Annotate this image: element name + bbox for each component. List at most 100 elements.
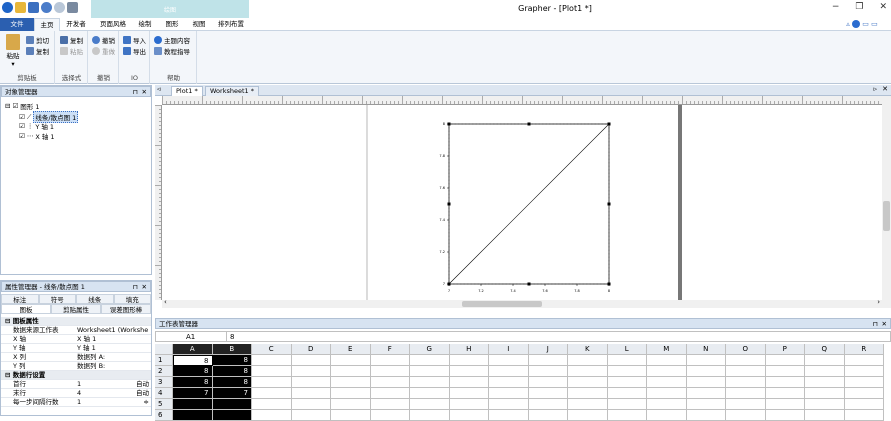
worksheet-cell[interactable] bbox=[726, 355, 766, 366]
worksheet-cell[interactable] bbox=[528, 355, 568, 366]
column-header[interactable]: G bbox=[410, 344, 450, 355]
cell-value-input[interactable]: 8 bbox=[230, 332, 234, 342]
worksheet-cell[interactable] bbox=[252, 377, 292, 388]
worksheet-cell[interactable]: 8 bbox=[173, 366, 213, 377]
export-button[interactable]: 导出 bbox=[123, 46, 146, 56]
worksheet-cell[interactable] bbox=[252, 366, 292, 377]
ribbon-collapse-icon[interactable]: ▵ bbox=[846, 20, 850, 28]
help-icon[interactable] bbox=[852, 20, 861, 28]
worksheet-cell[interactable] bbox=[765, 399, 805, 410]
tab-plot1[interactable]: Plot1 * bbox=[171, 86, 203, 96]
tab-page-style[interactable]: 页面风格 bbox=[95, 18, 131, 31]
worksheet-cell[interactable] bbox=[686, 366, 726, 377]
plot-canvas[interactable]: 7 7.2 7.4 7.6 7.8 8 7 7.2 7.4 7.6 7.8 8 bbox=[162, 105, 882, 300]
worksheet-cell[interactable] bbox=[410, 388, 450, 399]
worksheet-cell[interactable] bbox=[844, 399, 884, 410]
tab-draw[interactable]: 绘制 bbox=[134, 18, 156, 31]
selection-handle[interactable] bbox=[447, 202, 451, 206]
worksheet-cell[interactable] bbox=[410, 366, 450, 377]
worksheet-cell[interactable] bbox=[568, 388, 608, 399]
column-header[interactable]: O bbox=[726, 344, 766, 355]
worksheet-cell[interactable] bbox=[331, 366, 371, 377]
tree-item-x-axis[interactable]: ☑ ⋯ X 轴 1 bbox=[19, 131, 55, 141]
worksheet-cell[interactable] bbox=[489, 388, 529, 399]
cut-button[interactable]: 剪切 bbox=[26, 35, 49, 45]
worksheet-cell[interactable] bbox=[844, 377, 884, 388]
worksheet-cell[interactable] bbox=[607, 366, 647, 377]
property-extra[interactable]: 自动 bbox=[136, 380, 149, 389]
worksheet-cell[interactable] bbox=[686, 388, 726, 399]
column-header[interactable]: R bbox=[844, 344, 884, 355]
worksheet-cell[interactable] bbox=[568, 355, 608, 366]
worksheet-cell[interactable] bbox=[489, 355, 529, 366]
worksheet-cell[interactable]: 8 bbox=[173, 377, 213, 388]
format-paste-button[interactable]: 粘贴 bbox=[60, 46, 83, 56]
worksheet-cell[interactable] bbox=[410, 399, 450, 410]
worksheet-cell[interactable] bbox=[410, 377, 450, 388]
worksheet-cell[interactable] bbox=[686, 377, 726, 388]
redo-icon[interactable] bbox=[54, 2, 65, 13]
worksheet-cell[interactable]: 8 bbox=[212, 366, 252, 377]
column-header[interactable]: N bbox=[686, 344, 726, 355]
worksheet-cell[interactable] bbox=[291, 366, 331, 377]
worksheet-cell[interactable] bbox=[449, 399, 489, 410]
copy-button[interactable]: 复制 bbox=[26, 46, 49, 56]
print-icon[interactable] bbox=[67, 2, 78, 13]
line-scatter-plot[interactable]: 7 7.2 7.4 7.6 7.8 8 7 7.2 7.4 7.6 7.8 8 bbox=[439, 122, 611, 293]
property-row[interactable]: 每一步间隔行数 1 ≑ bbox=[1, 398, 151, 407]
tutorial-button[interactable]: 教程指导 bbox=[154, 46, 190, 56]
worksheet-cell[interactable] bbox=[765, 366, 805, 377]
worksheet-cell[interactable] bbox=[449, 388, 489, 399]
worksheet-cell[interactable] bbox=[805, 399, 845, 410]
worksheet-cell[interactable] bbox=[173, 399, 213, 410]
worksheet-cell[interactable] bbox=[212, 399, 252, 410]
worksheet-cell[interactable] bbox=[607, 388, 647, 399]
worksheet-cell[interactable]: 8 bbox=[173, 355, 213, 366]
column-header[interactable]: F bbox=[370, 344, 410, 355]
redo-button[interactable]: 重做 bbox=[92, 46, 115, 56]
property-section-header[interactable]: ⊟ 图板属性 bbox=[1, 317, 151, 326]
tab-label[interactable]: 标注 bbox=[1, 294, 39, 304]
vertical-scroll-thumb[interactable] bbox=[883, 201, 890, 231]
worksheet-cell[interactable] bbox=[331, 388, 371, 399]
tab-graph[interactable]: 图形 bbox=[160, 18, 184, 31]
row-header[interactable]: 1 bbox=[155, 355, 173, 366]
worksheet-cell[interactable] bbox=[647, 366, 687, 377]
property-section-header[interactable]: ⊟ 数据行设置 bbox=[1, 371, 151, 380]
worksheet-cell[interactable] bbox=[607, 399, 647, 410]
worksheet-cell[interactable] bbox=[528, 388, 568, 399]
close-doc-tab-icon[interactable]: ✕ bbox=[882, 85, 888, 93]
row-header[interactable]: 2 bbox=[155, 366, 173, 377]
tab-view[interactable]: 视图 bbox=[188, 18, 210, 31]
checkbox-icon[interactable]: ☑ bbox=[19, 113, 25, 121]
cell-reference[interactable]: A1 bbox=[186, 332, 195, 342]
worksheet-cell[interactable] bbox=[528, 399, 568, 410]
worksheet-cell[interactable] bbox=[726, 377, 766, 388]
column-header[interactable]: C bbox=[252, 344, 292, 355]
grid-corner[interactable] bbox=[155, 344, 173, 355]
close-doc-icon[interactable]: ▭ bbox=[871, 20, 878, 28]
property-row[interactable]: Y 列 数据列 B: bbox=[1, 362, 151, 371]
worksheet-cell[interactable] bbox=[370, 377, 410, 388]
undo-button[interactable]: 撤销 bbox=[92, 35, 115, 45]
worksheet-cell[interactable] bbox=[726, 388, 766, 399]
close-button[interactable]: ✕ bbox=[879, 2, 887, 12]
column-header[interactable]: M bbox=[647, 344, 687, 355]
worksheet-cell[interactable]: 8 bbox=[212, 377, 252, 388]
worksheet-cell[interactable] bbox=[765, 388, 805, 399]
horizontal-scrollbar[interactable]: ‹ › bbox=[162, 298, 882, 308]
column-header[interactable]: A bbox=[173, 344, 213, 355]
worksheet-cell[interactable] bbox=[528, 366, 568, 377]
worksheet-cell[interactable] bbox=[765, 377, 805, 388]
pin-icon[interactable]: ⊓ bbox=[873, 319, 878, 329]
tab-clip[interactable]: 剪贴属性 bbox=[51, 304, 101, 314]
worksheet-cell[interactable] bbox=[805, 388, 845, 399]
worksheet-cell[interactable] bbox=[686, 355, 726, 366]
restore-doc-icon[interactable]: ▭ bbox=[862, 20, 869, 28]
worksheet-cell[interactable] bbox=[252, 399, 292, 410]
worksheet-cell[interactable] bbox=[568, 377, 608, 388]
worksheet-cell[interactable] bbox=[607, 355, 647, 366]
pin-icon[interactable]: ⊓ bbox=[133, 282, 138, 292]
tab-scroll-left-icon[interactable]: ◃ bbox=[157, 85, 161, 93]
worksheet-cell[interactable] bbox=[528, 377, 568, 388]
